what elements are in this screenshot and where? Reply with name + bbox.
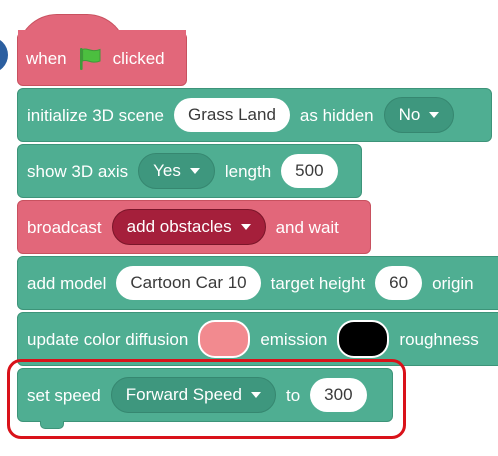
hidden-dropdown-value: No xyxy=(398,105,421,124)
caret-down-icon xyxy=(429,112,440,118)
broadcast-and-wait-block[interactable]: broadcast add obstacles and wait xyxy=(17,200,371,254)
caret-down-icon xyxy=(189,168,200,174)
axis-dropdown[interactable]: Yes xyxy=(138,153,215,189)
hat-label-overlay: when clicked xyxy=(17,32,187,86)
show-axis-label: show 3D axis xyxy=(27,161,129,181)
diffusion-color-swatch[interactable] xyxy=(198,320,251,358)
scene-name-input[interactable]: Grass Land xyxy=(174,98,290,132)
roughness-label: roughness xyxy=(399,329,479,349)
model-name-input[interactable]: Cartoon Car 10 xyxy=(116,266,261,300)
show-3d-axis-block[interactable]: show 3D axis Yes length 500 xyxy=(17,144,362,198)
add-model-label: add model xyxy=(27,273,107,293)
update-color-block[interactable]: update color diffusion emission roughnes… xyxy=(17,312,498,366)
add-model-block[interactable]: add model Cartoon Car 10 target height 6… xyxy=(17,256,498,310)
when-label-overlay: when xyxy=(26,49,67,68)
init-scene-label: initialize 3D scene xyxy=(27,105,165,125)
update-color-label: update color diffusion xyxy=(27,329,189,349)
message-dropdown-value: add obstacles xyxy=(126,217,232,236)
initialize-3d-scene-block[interactable]: initialize 3D scene Grass Land as hidden… xyxy=(17,88,492,142)
emission-label: emission xyxy=(260,329,328,349)
side-tab xyxy=(0,37,8,73)
caret-down-icon xyxy=(240,224,251,230)
message-dropdown[interactable]: add obstacles xyxy=(111,209,266,245)
length-label: length xyxy=(224,161,272,181)
hidden-dropdown[interactable]: No xyxy=(383,97,455,133)
as-hidden-label: as hidden xyxy=(299,105,374,125)
origin-label: origin xyxy=(432,273,474,293)
target-height-input[interactable]: 60 xyxy=(375,266,423,300)
and-wait-label: and wait xyxy=(275,217,339,237)
length-input[interactable]: 500 xyxy=(281,154,338,188)
clicked-label-overlay: clicked xyxy=(112,49,165,68)
axis-dropdown-value: Yes xyxy=(153,161,181,180)
target-height-label: target height xyxy=(270,273,366,293)
selection-highlight xyxy=(7,359,406,439)
emission-color-swatch[interactable] xyxy=(337,320,390,358)
green-flag-icon-overlay xyxy=(77,46,103,72)
broadcast-label: broadcast xyxy=(27,217,102,237)
